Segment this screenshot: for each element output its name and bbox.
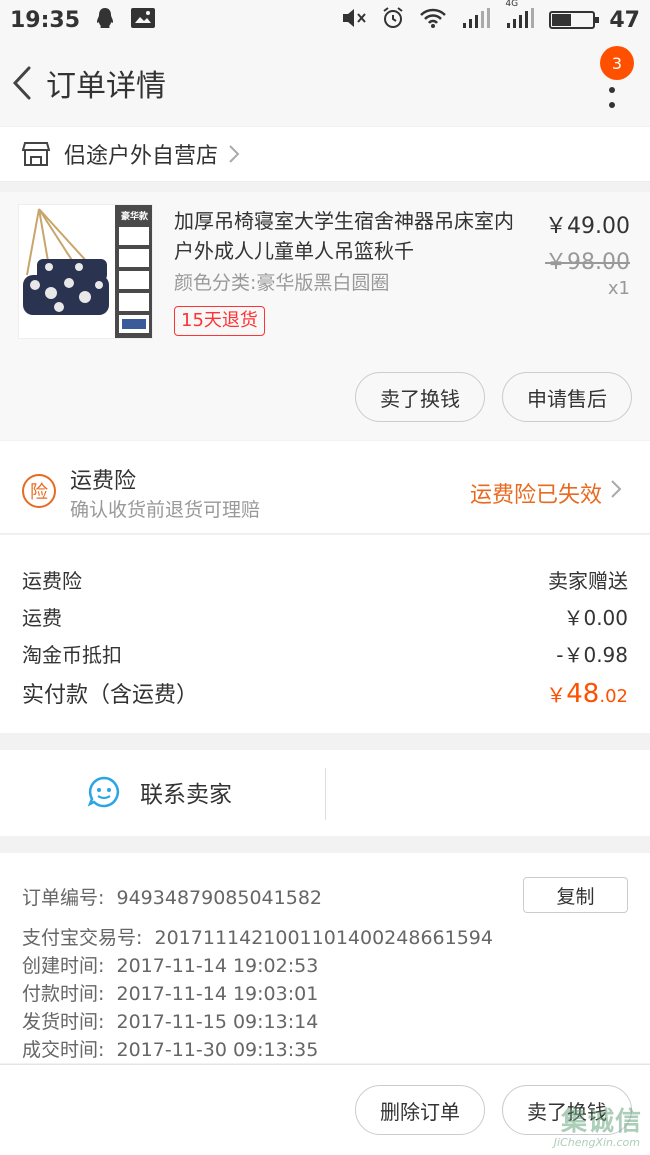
chevron-right-icon <box>229 145 240 163</box>
insurance-subtitle: 确认收货前退货可理赔 <box>70 499 261 521</box>
mute-icon <box>341 7 367 33</box>
delete-order-button[interactable]: 删除订单 <box>355 1085 485 1135</box>
order-info: 订单编号: 94934879085041582 复制 支付宝交易号: 20171… <box>0 853 650 1063</box>
watermark-sub-text: JiChengXin.com <box>553 1136 640 1149</box>
return-policy-tag: 15天退货 <box>174 306 265 336</box>
battery-fill <box>552 14 572 26</box>
shipping-insurance-row[interactable]: 险 运费险 确认收货前退货可理赔 运费险已失效 <box>0 441 650 534</box>
info-label: 成交时间: <box>22 1039 105 1061</box>
watermark-main-text: 集诚信 <box>560 1107 642 1137</box>
store-name: 侣途户外自营店 <box>64 144 219 169</box>
alipay-trade-row: 支付宝交易号: 2017111421001101400248661594 <box>22 923 493 950</box>
product-price: ￥49.00 <box>545 214 630 239</box>
status-icons-right: 4G 47 <box>341 0 640 34</box>
info-label: 发货时间: <box>22 1011 105 1033</box>
info-label: 支付宝交易号: <box>22 927 143 949</box>
total-dec: .02 <box>599 686 628 707</box>
status-time: 19:35 <box>10 7 81 33</box>
signal-icon <box>461 7 491 33</box>
info-label: 创建时间: <box>22 955 105 977</box>
info-value[interactable]: 94934879085041582 <box>117 887 323 909</box>
battery-level: 47 <box>609 7 640 33</box>
hanging-chair-image <box>19 205 152 338</box>
fee-summary: 运费险 卖家赠送 运费 ￥0.00 淘金币抵扣 -￥0.98 实付款（含运费） … <box>0 535 650 733</box>
site-watermark: 集诚信 JiChengXin.com <box>528 1099 646 1151</box>
status-bar: 19:35 4G 47 <box>0 0 650 40</box>
info-value: 2017111421001101400248661594 <box>154 927 493 949</box>
total-paid-value: ￥48.02 <box>546 679 628 709</box>
order-number-row: 订单编号: 94934879085041582 <box>22 883 322 910</box>
fee-label: 运费险 <box>22 569 82 593</box>
info-value: 2017-11-14 19:03:01 <box>116 983 319 1005</box>
nav-bar: 订单详情 3 <box>0 40 650 126</box>
product-card[interactable]: 豪华款 加厚吊椅寝室大学生宿舍神器吊床室内户外成人儿童单人吊篮秋千 颜色分类:豪… <box>0 192 650 440</box>
fee-value: ￥0.00 <box>563 606 628 630</box>
chevron-left-icon <box>12 66 31 100</box>
fee-label: 运费 <box>22 606 62 630</box>
product-quantity: x1 <box>607 278 630 299</box>
back-button[interactable] <box>2 40 42 126</box>
info-label: 订单编号: <box>22 887 105 909</box>
fee-value: 卖家赠送 <box>548 569 628 593</box>
more-dot-icon <box>609 102 615 108</box>
fee-total-row: 实付款（含运费） ￥48.02 <box>22 677 628 709</box>
fee-row: 运费险 卖家赠送 <box>22 565 628 594</box>
fee-row: 运费 ￥0.00 <box>22 602 628 631</box>
store-icon <box>22 142 50 166</box>
message-badge: 3 <box>600 46 634 80</box>
signal-4g-icon: 4G <box>505 0 535 33</box>
wifi-icon <box>419 7 447 33</box>
insurance-title: 运费险 <box>70 469 137 494</box>
total-currency: ￥ <box>546 683 567 707</box>
alarm-icon <box>381 6 405 34</box>
sell-for-cash-button[interactable]: 卖了换钱 <box>355 372 485 422</box>
store-row[interactable]: 侣途户外自营店 <box>0 127 650 182</box>
fee-row: 淘金币抵扣 -￥0.98 <box>22 639 628 668</box>
status-icons-left <box>94 6 156 34</box>
created-time-row: 创建时间: 2017-11-14 19:02:53 <box>22 951 318 978</box>
info-value: 2017-11-30 09:13:35 <box>116 1039 319 1061</box>
contact-section: 联系卖家 <box>0 750 650 836</box>
battery-icon <box>549 11 600 29</box>
chat-bubble-icon <box>87 776 120 808</box>
qq-notification-icon <box>94 6 116 34</box>
total-paid-label: 实付款（含运费） <box>22 683 199 708</box>
product-title[interactable]: 加厚吊椅寝室大学生宿舍神器吊床室内户外成人儿童单人吊篮秋千 <box>174 206 526 266</box>
divider <box>325 768 326 820</box>
copy-button[interactable]: 复制 <box>523 877 628 913</box>
info-value: 2017-11-14 19:02:53 <box>116 955 319 977</box>
info-label: 付款时间: <box>22 983 105 1005</box>
network-type: 4G <box>505 0 519 9</box>
product-variant: 颜色分类:豪华版黑白圆圈 <box>174 272 390 294</box>
fee-label: 淘金币抵扣 <box>22 643 122 667</box>
image-notification-icon <box>130 7 156 33</box>
chevron-right-icon <box>611 480 622 498</box>
insurance-status: 运费险已失效 <box>469 483 602 508</box>
insurance-icon: 险 <box>22 474 56 508</box>
total-int: 48 <box>566 679 600 709</box>
product-image[interactable]: 豪华款 <box>18 204 153 339</box>
contact-seller-button[interactable]: 联系卖家 <box>86 774 232 810</box>
after-sale-button[interactable]: 申请售后 <box>502 372 632 422</box>
paid-time-row: 付款时间: 2017-11-14 19:03:01 <box>22 979 318 1006</box>
shipped-time-row: 发货时间: 2017-11-15 09:13:14 <box>22 1007 318 1034</box>
info-value: 2017-11-15 09:13:14 <box>116 1011 319 1033</box>
page-title: 订单详情 <box>46 69 166 104</box>
contact-seller-label: 联系卖家 <box>140 782 232 808</box>
fee-value: -￥0.98 <box>556 643 628 667</box>
completed-time-row: 成交时间: 2017-11-30 09:13:35 <box>22 1035 318 1062</box>
image-label: 豪华款 <box>120 212 148 222</box>
more-dot-icon <box>609 87 615 93</box>
product-original-price: ￥98.00 <box>545 250 630 275</box>
